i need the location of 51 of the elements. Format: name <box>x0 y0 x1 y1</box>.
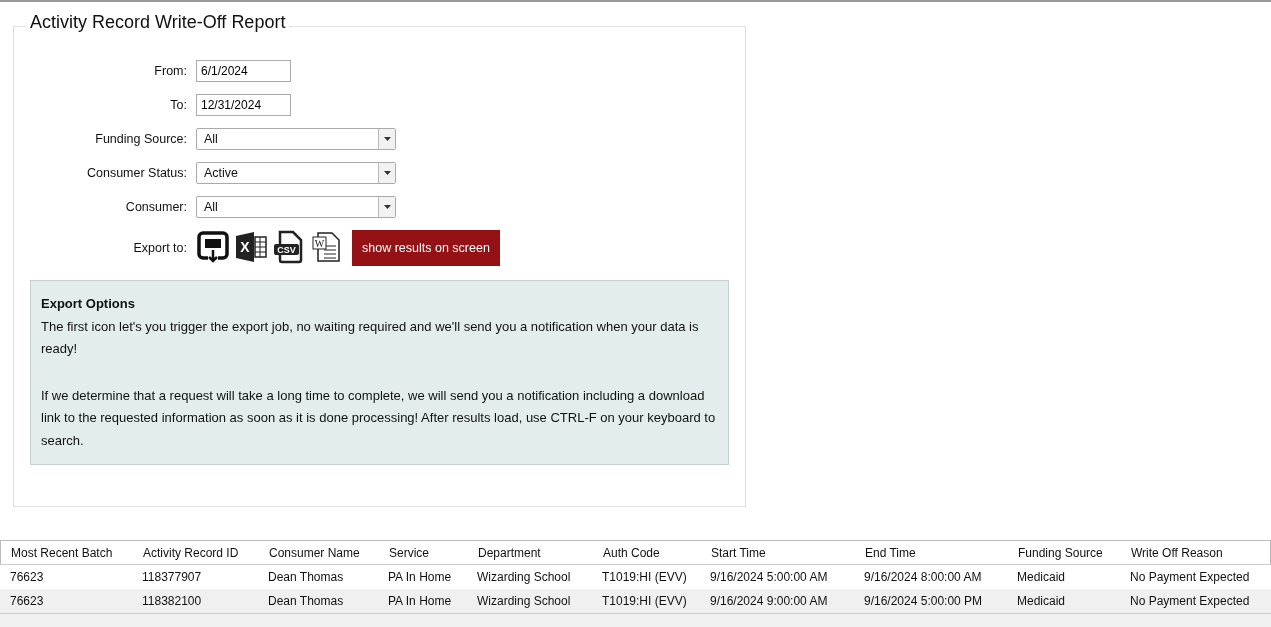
table-cell-text: T1019:HI (EVV) <box>602 569 688 586</box>
info-paragraph: If we determine that a request will take a long time to complete, we will send you a notification including a download link to the requested information as soon as it is done processing! After results load, use CTRL-F on your keyboard to search. <box>41 386 717 450</box>
table-cell-text: Wizarding School <box>477 569 572 586</box>
table-cell-text: Medicaid <box>1017 593 1067 610</box>
table-cell-text: Dean Thomas <box>268 593 345 610</box>
column-header: Activity Record ID <box>143 544 240 562</box>
table-cell-text: 9/16/2024 8:00:00 AM <box>864 569 983 586</box>
table-cell-text: No Payment Expected <box>1130 593 1251 610</box>
info-paragraph: The first icon let's you trigger the export job, no waiting required and we'll send you a notification when your data is ready! <box>41 317 700 358</box>
column-header: Write Off Reason <box>1131 544 1224 562</box>
column-header: Department <box>478 544 542 562</box>
info-heading: Export Options <box>41 295 136 313</box>
dropdown[interactable]: Active <box>196 162 396 184</box>
column-header: Auth Code <box>603 544 661 562</box>
table-cell-text: 76623 <box>10 569 45 586</box>
table-cell-text: 9/16/2024 5:00:00 AM <box>710 569 829 586</box>
field-label: Export to: <box>132 239 187 257</box>
column-header: Consumer Name <box>269 544 361 562</box>
table-cell-text: T1019:HI (EVV) <box>602 593 688 610</box>
table-cell-text: 76623 <box>10 593 45 610</box>
table-cell-text: Wizarding School <box>477 593 572 610</box>
table-cell-text: Medicaid <box>1017 569 1067 586</box>
field-label: Funding Source: <box>94 130 187 148</box>
table-cell-text: 118377907 <box>142 569 203 586</box>
table-cell-text: PA In Home <box>388 593 453 610</box>
table-cell-text: PA In Home <box>388 569 453 586</box>
dropdown-arrow-icon <box>383 137 391 141</box>
show-results-button[interactable]: show results on screen <box>352 230 500 266</box>
export-job-icon[interactable] <box>196 230 230 264</box>
column-header: Funding Source <box>1018 544 1104 562</box>
report-title: Activity Record Write-Off Report <box>26 12 290 34</box>
column-header: End Time <box>865 544 917 562</box>
dropdown[interactable]: All <box>196 196 396 218</box>
dropdown-arrow-icon <box>383 171 391 175</box>
column-header: Start Time <box>711 544 767 562</box>
date-field[interactable]: 6/1/2024 <box>196 60 291 82</box>
dropdown[interactable]: All <box>196 128 396 150</box>
column-header: Most Recent Batch <box>11 544 114 562</box>
field-label: Consumer Status: <box>85 164 187 182</box>
table-cell-text: Dean Thomas <box>268 569 345 586</box>
table-cell-text: 118382100 <box>142 593 203 610</box>
table-cell-text: 9/16/2024 5:00:00 PM <box>864 593 984 610</box>
field-label: From: <box>153 62 187 80</box>
column-header: Service <box>389 544 430 562</box>
dropdown-arrow-icon <box>383 205 391 209</box>
table-cell-text: No Payment Expected <box>1130 569 1251 586</box>
date-field[interactable]: 12/31/2024 <box>196 94 291 116</box>
field-label: To: <box>169 96 187 114</box>
field-label: Consumer: <box>124 198 187 216</box>
horizontal-scrollbar[interactable] <box>0 613 1271 627</box>
table-cell-text: 9/16/2024 9:00:00 AM <box>710 593 829 610</box>
